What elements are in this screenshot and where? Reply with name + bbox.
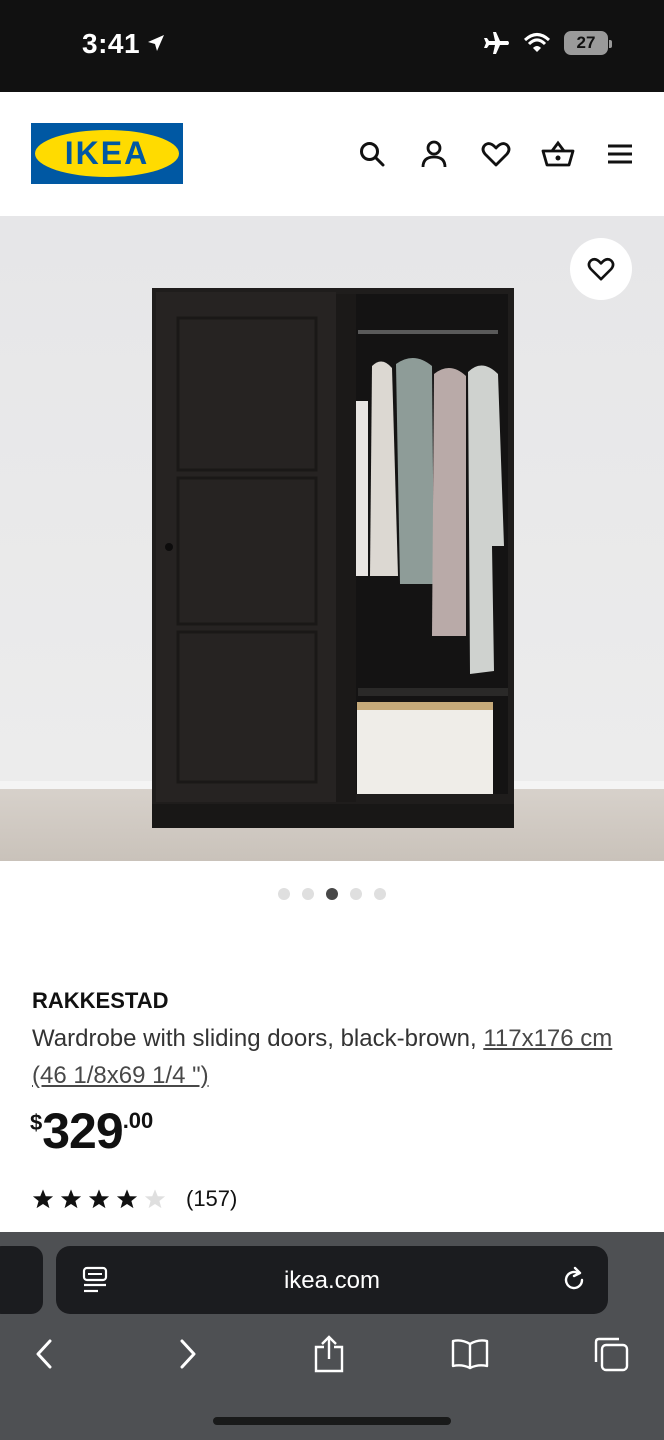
logo-oval: IKEA: [35, 130, 179, 177]
carousel-indicators: [0, 888, 664, 900]
carousel-dot[interactable]: [302, 888, 314, 900]
ikea-logo[interactable]: IKEA: [31, 123, 183, 184]
forward-button[interactable]: [166, 1332, 210, 1376]
star-filled-icon: [88, 1189, 110, 1209]
battery-icon: 27: [564, 31, 612, 55]
product-rating[interactable]: (157): [32, 1186, 237, 1212]
tabs-icon: [594, 1337, 629, 1372]
wardrobe-illustration: [0, 288, 664, 828]
status-time: 3:41: [82, 28, 141, 59]
url-text: ikea.com: [283, 1267, 381, 1294]
status-icons: 27: [482, 30, 612, 56]
account-button[interactable]: [416, 136, 452, 172]
wifi-icon: [523, 33, 551, 52]
status-bar: 3:41 27: [0, 0, 664, 92]
product-description-text: Wardrobe with sliding doors, black-brown…: [32, 1025, 477, 1052]
save-to-favorites-button[interactable]: [570, 238, 632, 300]
header-actions: [354, 136, 638, 172]
hamburger-menu-icon: [608, 144, 632, 164]
carousel-dot-active[interactable]: [326, 888, 338, 900]
review-count: (157): [186, 1186, 238, 1211]
address-bar[interactable]: ikea.com: [56, 1246, 608, 1314]
product-price: $ 329 .00: [30, 1100, 153, 1162]
previous-tab[interactable]: [0, 1246, 43, 1314]
product-name: RAKKESTAD: [32, 988, 169, 1013]
price-currency: $: [30, 1110, 43, 1135]
menu-button[interactable]: [602, 136, 638, 172]
chevron-right-icon: [180, 1339, 196, 1369]
carousel-dot[interactable]: [278, 888, 290, 900]
star-filled-icon: [32, 1189, 54, 1209]
product-image[interactable]: [0, 216, 664, 861]
price-decimal: .00: [122, 1108, 154, 1133]
star-filled-icon: [60, 1189, 82, 1209]
favorites-button[interactable]: [478, 136, 514, 172]
battery-cap: [609, 40, 612, 48]
tabs-button[interactable]: [589, 1332, 633, 1376]
share-icon: [314, 1335, 344, 1373]
location-arrow-icon: [148, 35, 164, 51]
bookmarks-button[interactable]: [448, 1332, 492, 1376]
browser-nav-bar: [0, 1332, 664, 1376]
star-filled-icon: [116, 1189, 138, 1209]
back-button[interactable]: [22, 1332, 66, 1376]
battery-level: 27: [576, 33, 596, 52]
home-indicator: [213, 1417, 451, 1425]
basket-button[interactable]: [540, 136, 576, 172]
site-header: IKEA: [0, 92, 664, 216]
search-icon: [360, 142, 385, 167]
logo-text: IKEA: [64, 135, 150, 171]
user-icon: [421, 140, 447, 168]
search-button[interactable]: [354, 136, 390, 172]
browser-toolbar: ikea.com: [0, 1232, 664, 1440]
carousel-dot[interactable]: [350, 888, 362, 900]
price-integer: 329: [42, 1103, 123, 1159]
heart-icon: [587, 258, 615, 281]
chevron-left-icon: [36, 1339, 52, 1369]
heart-icon: [481, 142, 511, 167]
reload-icon[interactable]: [560, 1266, 588, 1294]
star-empty-icon: [144, 1189, 166, 1209]
product-description: Wardrobe with sliding doors, black-brown…: [32, 1020, 632, 1094]
carousel-dot[interactable]: [374, 888, 386, 900]
share-button[interactable]: [307, 1332, 351, 1376]
airplane-icon: [484, 32, 509, 54]
book-icon: [451, 1339, 489, 1370]
basket-icon: [541, 140, 575, 167]
